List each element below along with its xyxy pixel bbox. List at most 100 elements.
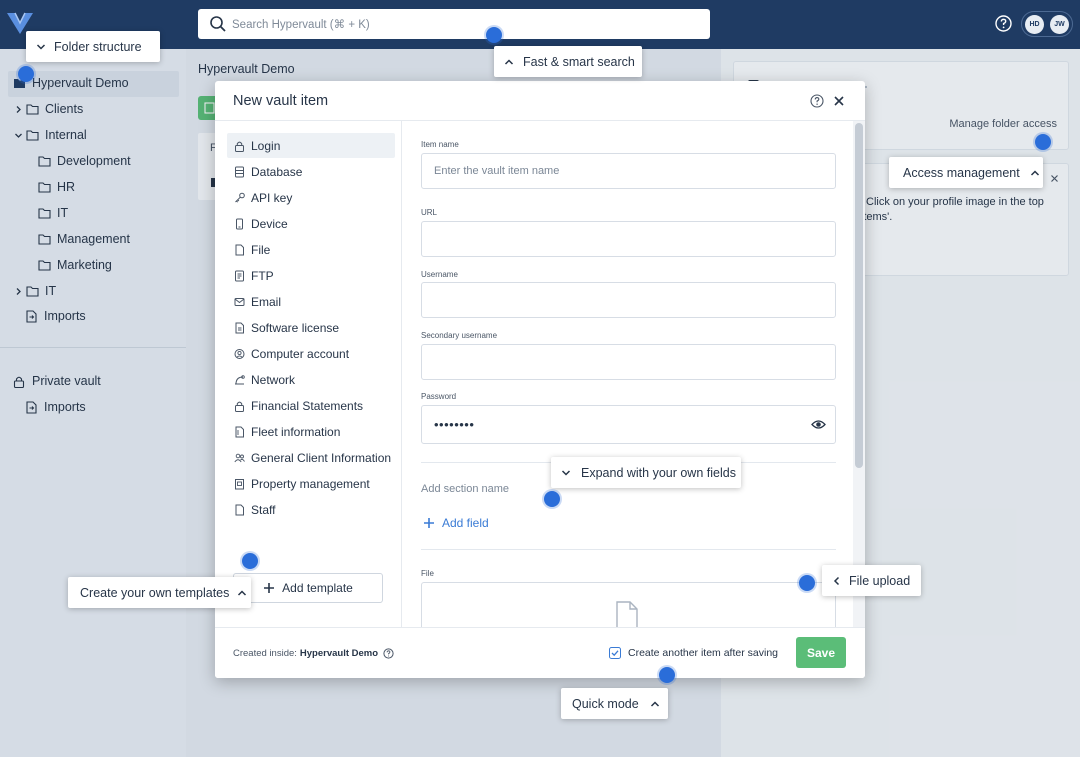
form-scrollbar-thumb[interactable] — [855, 123, 863, 468]
template-label: Property management — [251, 476, 370, 491]
tour-hotspot[interactable] — [659, 667, 675, 683]
tour-hotspot[interactable] — [1035, 134, 1051, 150]
secondary-username-label: Secondary username — [421, 331, 498, 340]
password-value: •••••••• — [434, 417, 475, 432]
template-label: Network — [251, 372, 296, 387]
chevron-up-icon — [650, 700, 659, 707]
network-icon — [235, 374, 245, 384]
template-item-email[interactable]: Email — [227, 289, 395, 314]
help-circle-icon[interactable] — [383, 648, 394, 659]
template-list: Login Database API key Device File FTP E… — [215, 121, 402, 627]
template-item-database[interactable]: Database — [227, 159, 395, 184]
template-item-property-management[interactable]: Property management — [227, 471, 395, 496]
created-inside-value: Hypervault Demo — [299, 648, 379, 659]
chevron-down-icon — [36, 43, 46, 50]
dialog-header: New vault item — [215, 81, 865, 121]
tour-tip-quick-mode[interactable]: Quick mode — [561, 688, 668, 719]
tour-hotspot[interactable] — [486, 27, 502, 43]
secondary-username-input[interactable] — [421, 344, 836, 380]
template-item-device[interactable]: Device — [227, 211, 395, 236]
template-label: Financial Statements — [251, 398, 364, 413]
template-item-computer-account[interactable]: Computer account — [227, 341, 395, 366]
tour-tip-create-templates[interactable]: Create your own templates — [68, 577, 251, 608]
tour-tip-label: Fast & smart search — [523, 54, 635, 69]
plus-icon — [424, 518, 434, 528]
building-icon — [235, 478, 244, 489]
template-item-general-client-information[interactable]: General Client Information — [227, 445, 395, 470]
item-form: Item name Enter the vault item name URL … — [403, 121, 853, 627]
chevron-left-icon — [833, 576, 840, 585]
dialog-title: New vault item — [233, 93, 329, 109]
avatar[interactable]: JW — [1050, 15, 1069, 34]
eye-icon[interactable] — [811, 418, 826, 431]
template-item-financial-statements[interactable]: Financial Statements — [227, 393, 395, 418]
template-item-software-license[interactable]: Software license — [227, 315, 395, 340]
username-label: Username — [421, 270, 458, 279]
template-label: Staff — [251, 502, 276, 517]
chevron-up-icon — [1030, 169, 1039, 176]
create-another-checkbox[interactable]: Create another item after saving — [609, 647, 778, 659]
save-button[interactable]: Save — [796, 637, 846, 668]
help-icon[interactable] — [995, 15, 1012, 32]
password-input[interactable]: •••••••• — [421, 405, 836, 444]
lock-icon — [235, 141, 244, 152]
tour-tip-label: Expand with your own fields — [581, 465, 736, 480]
search-input[interactable]: Search Hypervault (⌘ + K) — [198, 9, 710, 39]
add-field-button[interactable]: Add field — [423, 516, 489, 530]
license-icon — [235, 322, 244, 333]
file-icon — [235, 426, 244, 437]
chevron-down-icon — [561, 469, 571, 476]
created-inside-label: Created inside: — [233, 648, 297, 659]
avatar[interactable]: HD — [1025, 15, 1044, 34]
template-item-network[interactable]: Network — [227, 367, 395, 392]
tour-hotspot[interactable] — [242, 553, 258, 569]
tour-tip-folder-structure[interactable]: Folder structure — [26, 31, 160, 62]
template-label: General Client Information — [251, 450, 392, 465]
search-placeholder: Search Hypervault (⌘ + K) — [232, 19, 370, 31]
template-item-file[interactable]: File — [227, 237, 395, 262]
email-icon — [234, 297, 245, 306]
tour-hotspot[interactable] — [799, 575, 815, 591]
database-icon — [235, 166, 244, 177]
checkbox-checked-icon[interactable] — [609, 647, 621, 659]
template-label: Device — [251, 216, 288, 231]
template-label: Computer account — [251, 346, 350, 361]
template-item-ftp[interactable]: FTP — [227, 263, 395, 288]
tour-tip-expand-fields[interactable]: Expand with your own fields — [551, 457, 741, 488]
template-item-api-key[interactable]: API key — [227, 185, 395, 210]
chevron-up-icon — [238, 589, 247, 596]
template-item-login[interactable]: Login — [227, 133, 395, 158]
tour-tip-access-management[interactable]: Access management — [889, 157, 1043, 188]
close-icon[interactable] — [833, 95, 845, 107]
tour-hotspot[interactable] — [544, 491, 560, 507]
device-icon — [236, 218, 243, 229]
tour-tip-label: Folder structure — [54, 39, 142, 54]
template-item-fleet-information[interactable]: Fleet information — [227, 419, 395, 444]
file-icon — [235, 504, 244, 515]
tour-tip-fast-search[interactable]: Fast & smart search — [494, 46, 642, 77]
user-menu[interactable]: HD JW — [1021, 11, 1073, 37]
search-icon — [210, 16, 226, 32]
item-name-input[interactable]: Enter the vault item name — [421, 153, 836, 189]
file-label: File — [421, 569, 434, 578]
template-item-staff[interactable]: Staff — [227, 497, 395, 522]
add-template-button[interactable]: Add template — [233, 573, 383, 603]
template-label: Fleet information — [251, 424, 341, 439]
template-label: API key — [251, 190, 293, 205]
password-label: Password — [421, 392, 457, 401]
help-circle-icon[interactable] — [810, 94, 824, 108]
template-label: Email — [251, 294, 282, 309]
tour-hotspot[interactable] — [18, 66, 34, 82]
file-dropzone[interactable] — [421, 582, 836, 627]
url-label: URL — [421, 208, 438, 217]
url-input[interactable] — [421, 221, 836, 257]
tour-tip-label: Create your own templates — [80, 585, 230, 600]
tour-tip-file-upload[interactable]: File upload — [822, 565, 921, 596]
key-icon — [235, 192, 245, 203]
tour-tip-label: File upload — [849, 573, 911, 588]
new-vault-item-dialog: New vault item Login Database API key De… — [215, 81, 865, 678]
section-name-input[interactable]: Add section name — [421, 483, 509, 495]
template-label: Software license — [251, 320, 340, 335]
username-input[interactable] — [421, 282, 836, 318]
save-label: Save — [806, 645, 836, 660]
